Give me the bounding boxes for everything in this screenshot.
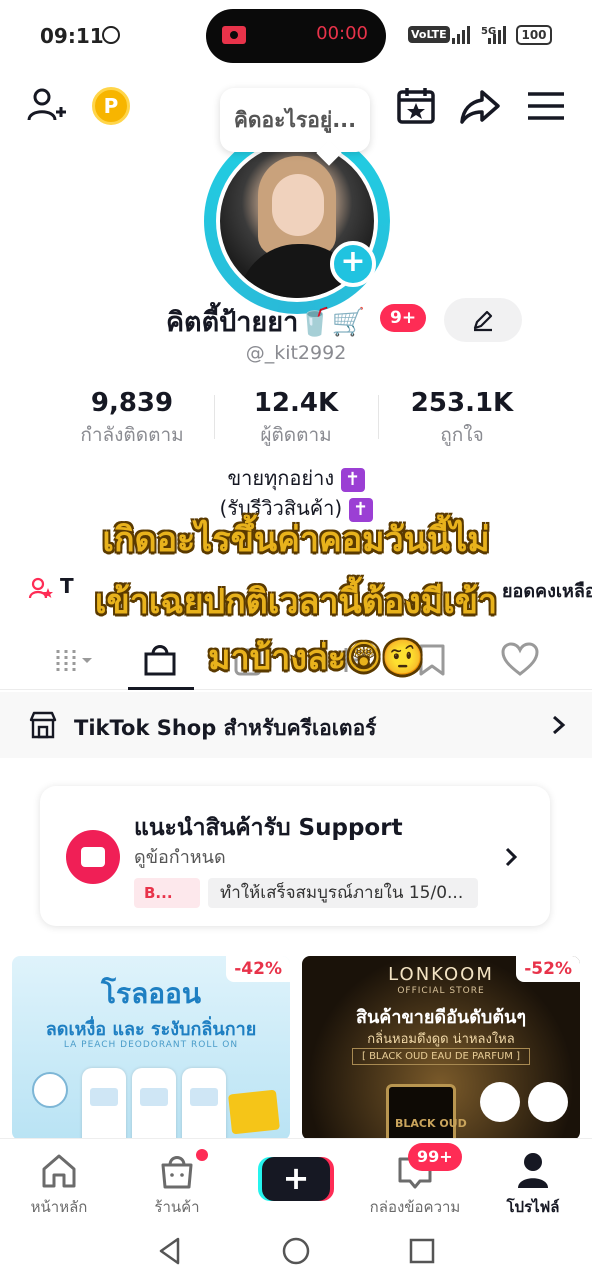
video-caption-line: เข้าเฉยปกติเวลานี้ต้องมีเข้า (94, 582, 498, 622)
product-tag: [ BLACK OUD EAU DE PARFUM ] (352, 1048, 530, 1065)
home-icon (42, 1154, 76, 1188)
ticket-icon (66, 830, 120, 884)
bottom-navigation: หน้าหลัก ร้านค้า + กล่องข้อความ 99+ โปรไ… (0, 1138, 592, 1224)
signal-5g-icon (488, 26, 510, 44)
product-english-name: LA PEACH DEODORANT ROLL ON (63, 1040, 239, 1050)
promo-sticker (228, 1089, 280, 1135)
nav-label: หน้าหลัก (30, 1198, 88, 1216)
stat-likes[interactable]: 253.1K ถูกใจ (382, 388, 542, 450)
status-bar: 09:11 00:00 VoLTE 5G 100 (0, 0, 592, 72)
add-story-button[interactable]: + (330, 241, 376, 287)
nav-shop[interactable]: ร้านค้า (118, 1145, 236, 1223)
thought-bubble[interactable]: คิดอะไรอยู่... (220, 88, 370, 152)
product-bottle-image (182, 1068, 226, 1140)
notification-badge[interactable]: 9+ (380, 304, 427, 332)
perfume-bottle-image: BLACK OUD (386, 1084, 467, 1140)
chevron-right-icon (553, 715, 566, 735)
recording-timer: 00:00 (316, 23, 368, 44)
reward-chip: B... (134, 878, 200, 908)
shop-bag-icon (161, 1156, 193, 1189)
support-task-card[interactable]: แนะนำสินค้ารับ Support ดูข้อกำหนด B... ท… (40, 786, 550, 926)
stat-value: 9,839 (90, 388, 174, 418)
divider (378, 395, 379, 439)
divider (214, 395, 215, 439)
product-bottle-image (82, 1068, 126, 1140)
pencil-icon (473, 310, 493, 332)
stat-value: 253.1K (410, 388, 514, 418)
menu-icon[interactable] (524, 84, 568, 128)
stat-followers[interactable]: 12.4K ผู้ติดตาม (216, 388, 376, 450)
inbox-count-badge: 99+ (408, 1143, 462, 1171)
stat-label: ผู้ติดตาม (260, 424, 332, 446)
profile-icon (518, 1153, 548, 1188)
edit-profile-button[interactable] (444, 298, 522, 342)
create-button[interactable]: + (262, 1157, 330, 1201)
calendar-star-icon[interactable] (394, 84, 438, 128)
video-caption-line: เกิดอะไรขึ้นค่าคอมวันนี้ไม่ (102, 520, 490, 560)
coin-icon[interactable]: P (92, 87, 130, 125)
bottle-label: BLACK OUD (395, 1117, 467, 1130)
discount-badge: -42% (226, 956, 290, 982)
terms-link[interactable]: ดูข้อกำหนด (134, 842, 226, 871)
nav-home[interactable]: หน้าหลัก (0, 1145, 118, 1223)
recents-icon[interactable] (408, 1236, 436, 1266)
stat-label: กำลังติดตาม (80, 424, 184, 446)
feature-badge (528, 1082, 568, 1122)
battery-indicator: 100 (516, 25, 552, 45)
card-title: แนะนำสินค้ารับ Support (134, 815, 403, 841)
nav-label: กล่องข้อความ (369, 1198, 461, 1216)
system-navigation-bar (0, 1224, 592, 1280)
video-caption-line: มาบ้างล่ะ😲🤨 (208, 638, 424, 678)
volte-badge: VoLTE (408, 26, 450, 43)
record-camera-icon (222, 26, 246, 44)
stat-following[interactable]: 9,839 กำลังติดตาม (52, 388, 212, 450)
shop-notification-dot (196, 1149, 208, 1161)
nav-label: ร้านค้า (154, 1198, 200, 1216)
display-name: คิตตี้ป้ายยา🥤🛒 (166, 307, 366, 338)
bio-text: ขายทุกอย่าง (227, 466, 335, 490)
status-time: 09:11 (40, 24, 104, 48)
product-title: สินค้าขายดีอันดับต้นๆ (356, 1007, 526, 1028)
stat-value: 12.4K (253, 388, 339, 418)
bio-line: ขายทุกอย่าง ✝ (0, 462, 592, 494)
screen-recording-pill[interactable]: 00:00 (206, 9, 386, 63)
nav-label: โปรไฟล์ (506, 1198, 560, 1216)
signal-icon (452, 26, 474, 44)
alarm-icon (102, 26, 120, 44)
product-card[interactable]: โรลออน ลดเหงื่อ และ ระงับกลิ่นกาย LA PEA… (12, 956, 290, 1140)
avatar-story-ring[interactable] (204, 128, 390, 314)
active-tab-indicator (128, 687, 194, 690)
deadline-chip: ทำให้เสร็จสมบูรณ์ภายใน 15/0... (208, 878, 478, 908)
username: @_kit2992 (245, 342, 347, 364)
stat-label: ถูกใจ (440, 424, 484, 446)
product-store-label: OFFICIAL STORE (397, 986, 485, 996)
share-icon[interactable] (458, 84, 502, 128)
product-subtitle: ลดเหงื่อ และ ระงับกลิ่นกาย (45, 1019, 257, 1040)
cross-emoji-icon: ✝ (340, 467, 365, 492)
discount-badge: -52% (516, 956, 580, 982)
feature-badge (480, 1082, 520, 1122)
storefront-icon (29, 711, 57, 739)
nav-profile[interactable]: โปรไฟล์ (474, 1145, 592, 1223)
product-card[interactable]: LONKOOM OFFICIAL STORE สินค้าขายดีอันดับ… (302, 956, 580, 1140)
tiktok-shop-creator-bar[interactable]: TikTok Shop สำหรับครีเอเตอร์ (0, 692, 592, 758)
badge-icon (32, 1072, 68, 1108)
add-friend-icon[interactable] (24, 84, 68, 128)
product-subtitle: กลิ่นหอมดึงดูด น่าหลงใหล (367, 1032, 515, 1047)
shop-bar-label: TikTok Shop สำหรับครีเอเตอร์ (74, 716, 377, 740)
product-bottle-image (132, 1068, 176, 1140)
back-icon[interactable] (156, 1236, 184, 1266)
chevron-right-icon (505, 847, 518, 867)
home-button-icon[interactable] (281, 1236, 311, 1266)
